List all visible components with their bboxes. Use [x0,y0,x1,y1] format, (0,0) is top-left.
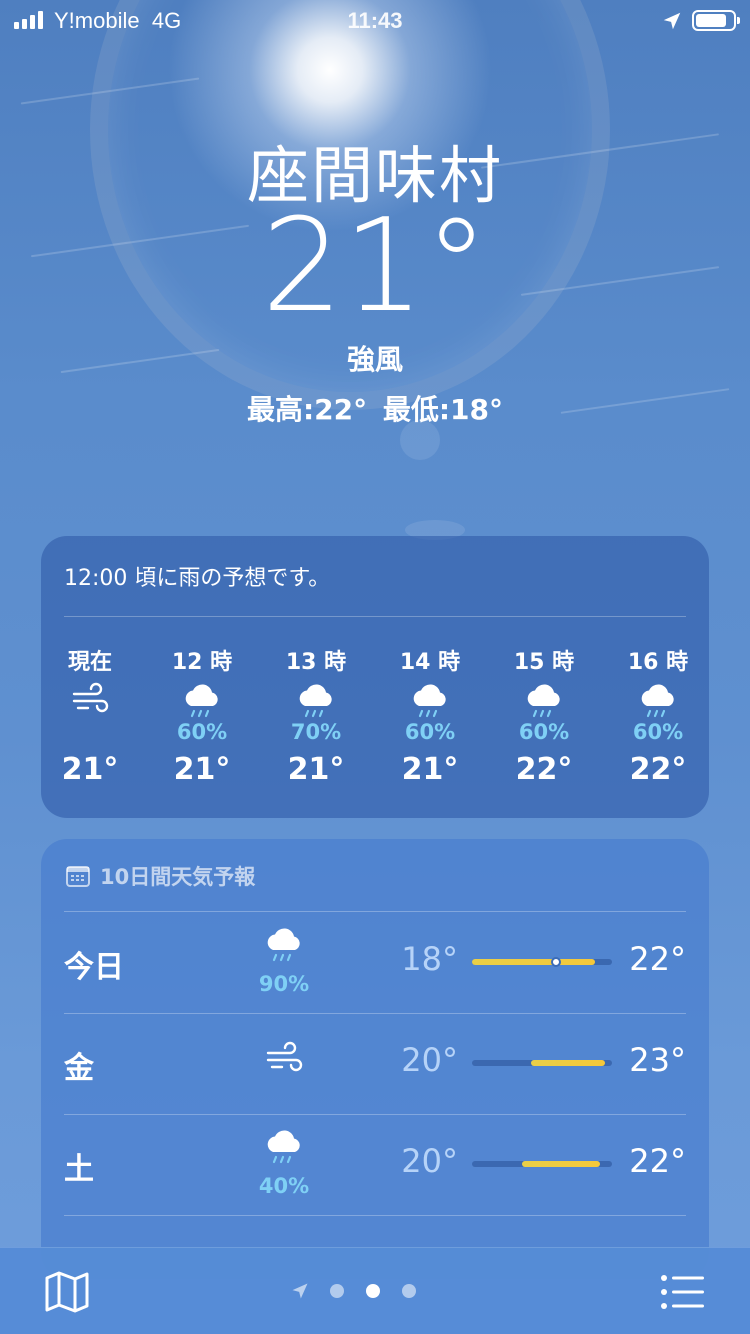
page-dot[interactable] [402,1284,416,1298]
bottom-toolbar [0,1247,750,1334]
current-temperature: 21° [261,192,489,341]
status-bar: Y!mobile 4G 11:43 [0,0,750,40]
weather-condition: 強風 [346,343,403,376]
low-temperature: 20° [401,1142,458,1180]
temperature-range-bar [472,1060,612,1066]
low-temperature: 18° [401,940,458,978]
temperature-range-fill [522,1161,600,1167]
cloud-rain-icon [244,926,324,970]
hour-temperature: 21° [61,752,119,787]
hour-label: 15 時 [513,650,575,675]
precip-chance: 60% [518,720,570,744]
day-label: 土 [64,1152,94,1187]
cloud-rain-icon [489,682,599,722]
cloud-rain-icon [244,1128,324,1172]
page-dot[interactable] [330,1284,344,1298]
precip-chance: 40% [258,1174,310,1198]
cloud-rain-icon [603,682,713,722]
precip-chance: 60% [404,720,456,744]
current-temp-marker [551,957,561,967]
battery-icon [692,10,740,31]
high-temperature: 23° [629,1041,686,1079]
high-low-temperature: 最高:22° 最低:18° [246,393,504,426]
temperature-range-bar [472,957,612,967]
hourly-forecast-card[interactable]: 12:00 頃に雨の予想です。 現在 21° 12 時 60% 21° 13 時 70% 21… [41,536,709,818]
page-indicator[interactable] [290,1281,416,1301]
forecast-summary: 12:00 頃に雨の予想です。 [64,566,331,591]
current-location-icon[interactable] [290,1281,310,1301]
day-weather: 40% [244,1128,324,1198]
divider [64,1215,686,1216]
page-dot[interactable] [366,1284,380,1298]
temperature-range-fill [531,1060,605,1066]
hour-column: 現在 21° [35,644,145,787]
hour-label: 現在 [67,650,112,675]
status-time: 11:43 [347,8,403,33]
ten-day-title: 10日間天気予報 [100,865,256,889]
hour-temperature: 22° [629,752,687,787]
hour-column: 12 時 60% 21° [147,644,257,787]
hour-label: 13 時 [285,650,347,675]
day-weather: 90% [244,926,324,996]
calendar-icon [66,866,90,887]
list-icon[interactable] [660,1272,706,1312]
hour-column: 14 時 60% 21° [375,644,485,787]
precip-chance: 70% [290,720,342,744]
low-temperature: 20° [401,1041,458,1079]
hour-column: 15 時 60% 22° [489,644,599,787]
wind-icon [244,1041,324,1079]
hour-label: 16 時 [627,650,689,675]
hour-temperature: 21° [173,752,231,787]
divider [64,616,686,617]
cloud-rain-icon [375,682,485,722]
location-arrow-icon [663,12,681,30]
precip-chance: 90% [258,972,310,996]
high-temperature: 22° [629,1142,686,1180]
hour-temperature: 21° [287,752,345,787]
forecast-day-row[interactable]: 金 20° 23° [64,1013,686,1113]
hour-label: 12 時 [171,650,233,675]
forecast-day-row[interactable]: 今日 90% 18° 22° [64,912,686,1012]
hour-column: 13 時 70% 21° [261,644,371,787]
wind-icon [35,682,145,722]
day-weather [244,1027,324,1081]
day-label: 金 [64,1051,94,1086]
precip-chance: 60% [632,720,684,744]
precip-chance: 60% [176,720,228,744]
ten-day-forecast-card[interactable]: 10日間天気予報 今日 90% 18° 22° 金 20° 23° 土 40% 20° 22° [41,839,709,1279]
hour-temperature: 22° [515,752,573,787]
ten-day-header: 10日間天気予報 [66,861,255,891]
temperature-range-fill [472,959,595,965]
day-label: 今日 [64,950,124,985]
forecast-day-row[interactable]: 土 40% 20° 22° [64,1114,686,1214]
cloud-rain-icon [147,682,257,722]
temperature-range-bar [472,1161,612,1167]
precip-chance [35,720,145,746]
high-temperature: 22° [629,940,686,978]
hour-column: 16 時 60% 22° [603,644,713,787]
cloud-rain-icon [261,682,371,722]
hour-temperature: 21° [401,752,459,787]
map-icon[interactable] [44,1270,90,1314]
hour-label: 14 時 [399,650,461,675]
